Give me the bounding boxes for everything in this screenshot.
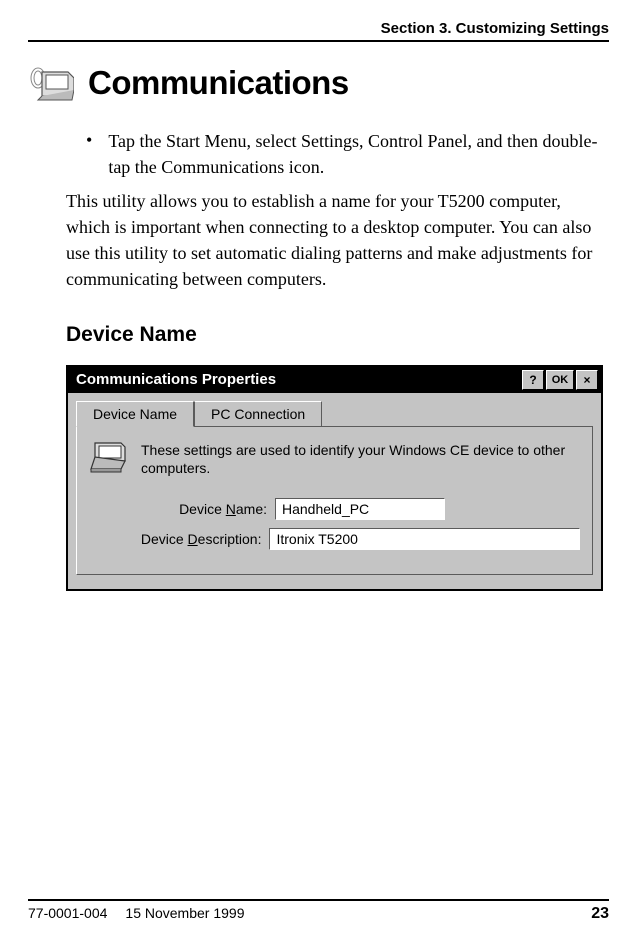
doc-date: 15 November 1999 — [125, 905, 244, 923]
device-description-input[interactable] — [269, 528, 580, 550]
tab-device-name[interactable]: Device Name — [76, 401, 194, 427]
device-name-input[interactable] — [275, 498, 445, 520]
laptop-icon — [89, 441, 129, 478]
section-header: Section 3. Customizing Settings — [28, 20, 609, 42]
description-paragraph: This utility allows you to establish a n… — [66, 188, 603, 292]
communications-icon — [28, 64, 74, 102]
info-text: These settings are used to identify your… — [141, 441, 580, 479]
tab-panel: These settings are used to identify your… — [76, 427, 593, 576]
body-content: • Tap the Start Menu, select Settings, C… — [86, 128, 603, 180]
device-name-row: Device Name: — [89, 498, 580, 520]
device-name-label: Device Name: — [89, 501, 275, 517]
close-button[interactable]: × — [576, 370, 598, 390]
window-body: Device Name PC Connection These settings… — [68, 393, 601, 590]
page-number: 23 — [591, 905, 609, 923]
info-row: These settings are used to identify your… — [89, 441, 580, 479]
device-description-row: Device Description: — [89, 528, 580, 550]
doc-number: 77-0001-004 — [28, 905, 107, 923]
subheading-device-name: Device Name — [66, 323, 603, 347]
ok-button[interactable]: OK — [546, 370, 574, 390]
tab-strip: Device Name PC Connection — [76, 401, 593, 427]
titlebar: Communications Properties ? OK × — [68, 367, 601, 393]
window-communications-properties: Communications Properties ? OK × Device … — [66, 365, 603, 592]
footer: 77-0001-004 15 November 1999 23 — [28, 899, 609, 923]
bullet-item: • Tap the Start Menu, select Settings, C… — [86, 128, 603, 180]
bullet-marker: • — [86, 128, 92, 180]
help-button[interactable]: ? — [522, 370, 544, 390]
tab-pc-connection[interactable]: PC Connection — [194, 401, 322, 426]
window-title: Communications Properties — [76, 371, 520, 388]
page-title: Communications — [88, 64, 349, 102]
device-description-label: Device Description: — [89, 531, 269, 547]
bullet-text: Tap the Start Menu, select Settings, Con… — [108, 128, 603, 180]
title-row: Communications — [28, 64, 609, 102]
